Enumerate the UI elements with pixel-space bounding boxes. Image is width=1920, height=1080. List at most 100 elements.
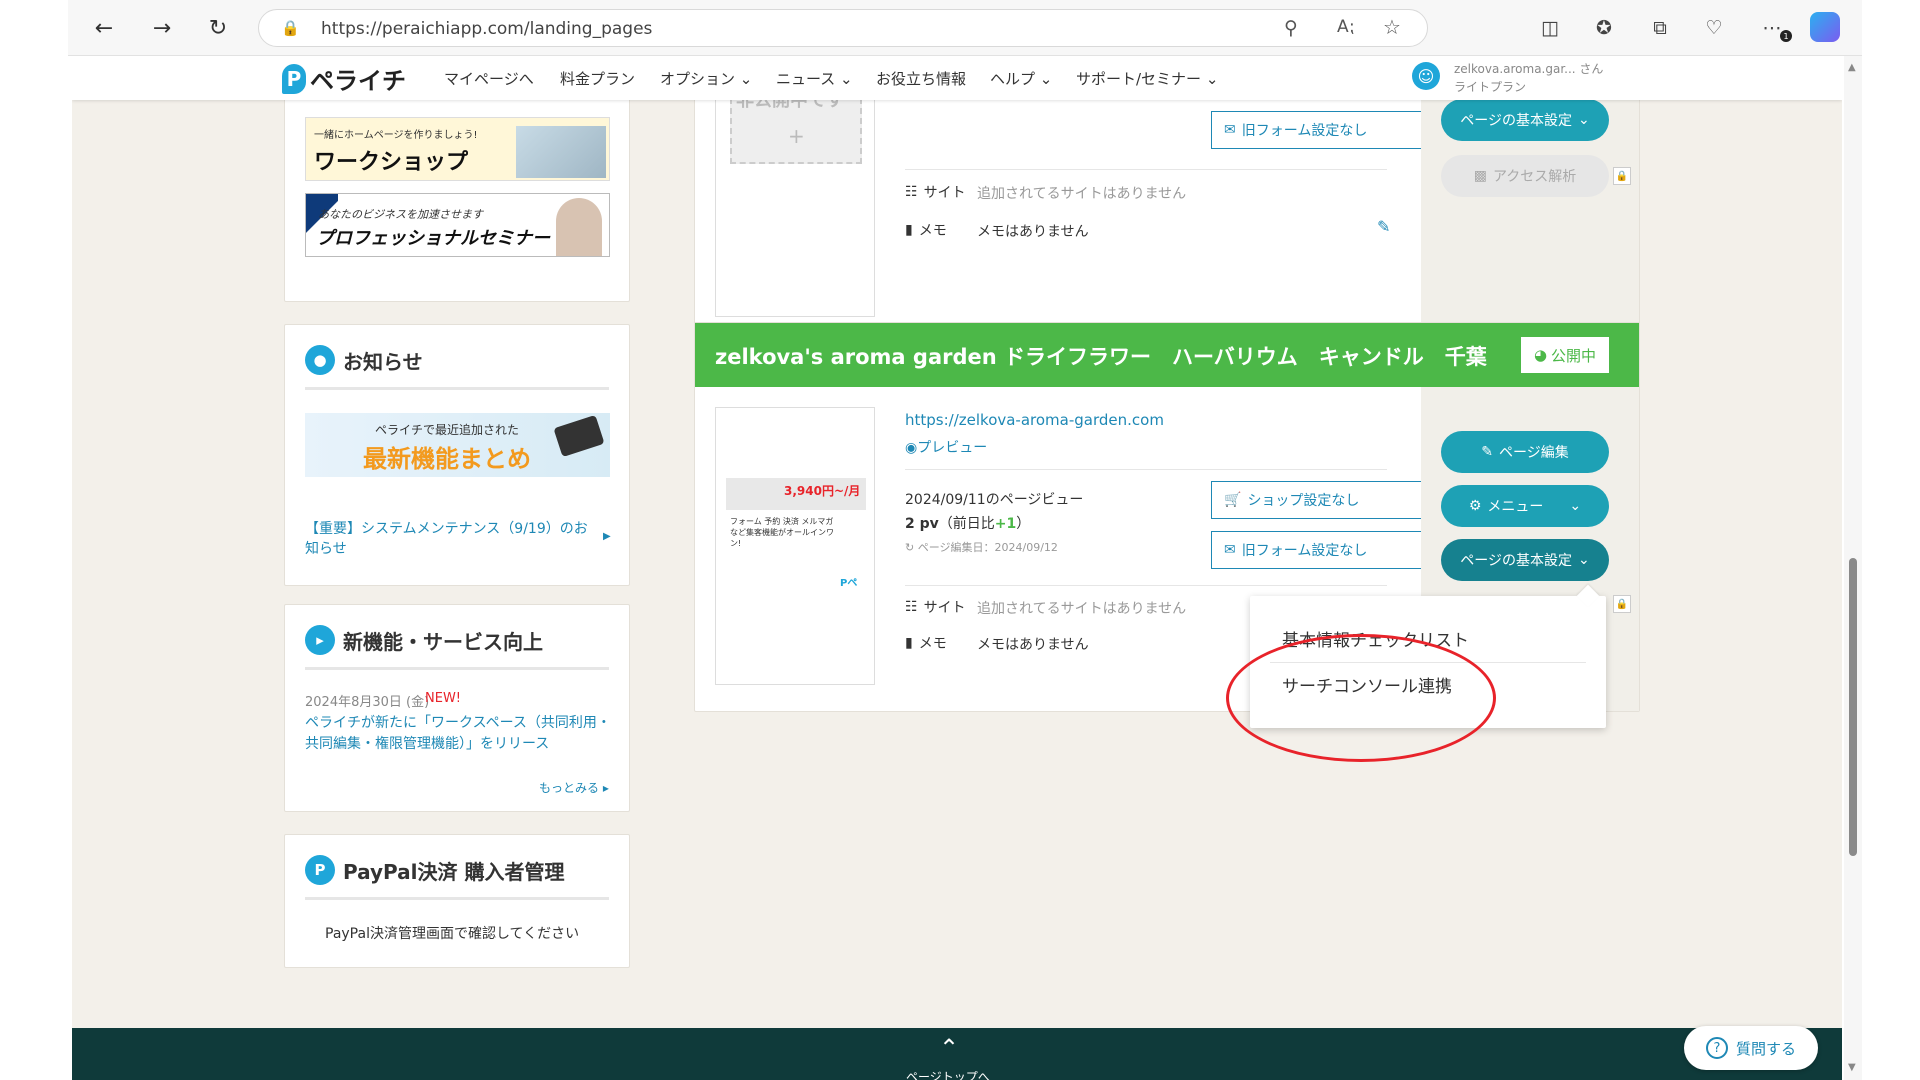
workshop-photo	[516, 126, 606, 178]
scroll-up-icon[interactable]: ▲	[1848, 62, 1856, 73]
chevron-down-icon: ⌄	[840, 70, 853, 88]
zoom-icon[interactable]: ⚲	[1284, 17, 1298, 39]
pencil-icon[interactable]: ✎	[1377, 217, 1390, 236]
chevron-down-icon: ⌄	[1578, 112, 1590, 128]
chevron-down-icon: ⌄	[1569, 498, 1582, 514]
scrollbar[interactable]: ▲ ▼	[1844, 56, 1862, 1080]
copilot-icon[interactable]	[1810, 12, 1840, 42]
chart-icon: ▩	[1473, 168, 1487, 184]
maintenance-notice-link[interactable]: 【重要】システムメンテナンス（9/19）のお知らせ	[305, 519, 595, 559]
favorite-star-icon[interactable]: ☆	[1383, 15, 1401, 39]
question-icon: ?	[1705, 1037, 1728, 1059]
thumb-logo: Pペ	[840, 578, 858, 589]
basic-settings-button[interactable]: ページの基本設定 ⌄	[1441, 539, 1609, 581]
site-value: 追加されてるサイトはありません	[977, 601, 1187, 617]
latest-features-banner[interactable]: ペライチで最近追加された 最新機能まとめ	[305, 413, 610, 477]
refresh-icon: ↻	[905, 541, 915, 554]
lock-icon: 🔒	[1613, 167, 1631, 185]
nav-options[interactable]: オプション ⌄	[660, 68, 752, 89]
user-plan: ライトプラン	[1454, 80, 1527, 94]
chevron-up-icon[interactable]: ⌃	[939, 1036, 959, 1060]
url-text[interactable]: https://peraichiapp.com/landing_pages	[321, 19, 652, 39]
browser-toolbar: ← → ↻ 🔒 https://peraichiapp.com/landing_…	[68, 0, 1862, 56]
nav-mypage[interactable]: マイページへ	[444, 68, 534, 89]
mail-icon: ✉	[1224, 542, 1236, 558]
seminar-banner[interactable]: あなたのビジネスを加速させます プロフェッショナルセミナー	[305, 193, 610, 257]
sitemap-icon: ☷	[905, 184, 918, 200]
new-badge: NEW!	[425, 691, 462, 706]
thumb-text: フォーム 予約 決済 メルマガなど集客機能がオールインワン!	[730, 517, 834, 548]
memo-label: ▮ メモ	[905, 222, 947, 239]
left-margin	[0, 56, 72, 1080]
nav-useful-info[interactable]: お役立ち情報	[876, 68, 966, 89]
seminar-banner-big: プロフェッショナルセミナー	[316, 228, 550, 249]
right-margin	[1862, 56, 1920, 1080]
user-name[interactable]: zelkova.aroma.gar... さん	[1454, 60, 1603, 77]
gear-icon: ⚙	[1468, 498, 1482, 514]
more-link[interactable]: もっとみる ▸	[539, 779, 609, 796]
nav-news[interactable]: ニュース ⌄	[776, 68, 853, 89]
site-label: ☷ サイト	[905, 184, 966, 201]
old-form-button[interactable]: ✉ 旧フォーム設定なし	[1211, 531, 1449, 569]
notification-badge: 1	[1780, 30, 1792, 42]
chevron-down-icon: ⌄	[1039, 70, 1053, 88]
divider	[305, 387, 609, 390]
favorites-icon[interactable]: ✪	[1590, 14, 1618, 42]
chevron-down-icon: ⌄	[1578, 552, 1590, 568]
paypal-icon: P	[305, 855, 335, 885]
eye-icon: ◉	[905, 440, 918, 456]
page-content: P ペライチ マイページへ 料金プラン オプション ⌄ ニュース ⌄ お役立ち情…	[72, 56, 1842, 1080]
split-screen-icon[interactable]: ◫	[1536, 14, 1564, 42]
divider	[905, 585, 1387, 586]
nav-pricing[interactable]: 料金プラン	[560, 68, 635, 89]
page-title-bar: zelkova's aroma garden ドライフラワー ハーバリウム キャ…	[695, 323, 1639, 387]
seminar-banner-small: あなたのビジネスを加速させます	[318, 208, 483, 221]
forward-icon[interactable]: →	[146, 12, 178, 44]
page-url-link[interactable]: https://zelkova-aroma-garden.com	[905, 411, 1164, 429]
memo-label: ▮ メモ	[905, 635, 947, 652]
nav-help[interactable]: ヘルプ ⌄	[990, 68, 1052, 89]
page-title[interactable]: zelkova's aroma garden ドライフラワー ハーバリウム キャ…	[715, 341, 1487, 371]
basic-settings-button[interactable]: ページの基本設定 ⌄	[1441, 99, 1609, 141]
read-aloud-icon[interactable]: A⁏	[1337, 17, 1354, 37]
lock-icon: 🔒	[1613, 595, 1631, 613]
workspace-news-link[interactable]: ペライチが新たに「ワークスペース（共同利用・共同編集・権限管理機能）」をリリース	[305, 713, 615, 755]
news-card: ● お知らせ ペライチで最近追加された 最新機能まとめ 【重要】システムメンテナ…	[284, 324, 630, 586]
paypal-card: P PayPal決済 購入者管理 PayPal決済管理画面で確認してください	[284, 834, 630, 968]
workshop-banner[interactable]: 一緒にホームページを作りましょう! ワークショップ	[305, 117, 610, 181]
shop-settings-button[interactable]: 🛒 ショップ設定なし	[1211, 481, 1449, 519]
reload-icon[interactable]: ↻	[202, 12, 234, 44]
divider	[905, 469, 1387, 470]
scrollbar-thumb[interactable]	[1849, 558, 1857, 856]
features-title: ▸ 新機能・サービス向上	[305, 625, 543, 655]
pageview-label: 2024/09/11のページビュー	[905, 492, 1084, 508]
sitemap-icon: ☷	[905, 599, 918, 615]
preview-link[interactable]: ◉プレビュー	[905, 437, 987, 457]
globe-icon: ◕	[1533, 346, 1548, 364]
browser-essentials-icon[interactable]: ♡	[1700, 14, 1728, 42]
page-thumbnail[interactable]: 3,940円~/月 フォーム 予約 決済 メルマガなど集客機能がオールインワン!…	[715, 407, 875, 685]
site-header: P ペライチ マイページへ 料金プラン オプション ⌄ ニュース ⌄ お役立ち情…	[72, 56, 1842, 100]
megaphone-icon: ▸	[305, 625, 335, 655]
status-badge[interactable]: ◕ 公開中	[1521, 337, 1609, 373]
menu-button[interactable]: ⚙ メニュー ⌄	[1441, 485, 1609, 527]
access-analytics-button: ▩ アクセス解析	[1441, 155, 1609, 197]
scroll-down-icon[interactable]: ▼	[1848, 1062, 1856, 1073]
back-icon[interactable]: ←	[88, 12, 120, 44]
page-edit-button[interactable]: ✎ ページ編集	[1441, 431, 1609, 473]
old-form-button[interactable]: ✉ 旧フォーム設定なし	[1211, 111, 1449, 149]
peraichi-logo-icon: P	[282, 63, 306, 94]
ask-question-button[interactable]: ? 質問する	[1684, 1026, 1818, 1070]
user-avatar[interactable]: ☺	[1412, 62, 1440, 90]
address-bar[interactable]: 🔒 https://peraichiapp.com/landing_pages …	[258, 9, 1428, 47]
chevron-right-icon[interactable]: ▶	[603, 531, 611, 542]
nav-support-seminar[interactable]: サポート/セミナー ⌄	[1076, 68, 1218, 89]
collections-icon[interactable]: ⧉	[1646, 14, 1674, 42]
page-top-link[interactable]: ページトップへ	[906, 1068, 990, 1080]
logo-text: ペライチ	[310, 67, 406, 95]
tablet-illustration	[553, 414, 605, 458]
divider	[305, 667, 609, 670]
thumb-banner: 3,940円~/月	[726, 478, 866, 510]
peraichi-logo[interactable]: P ペライチ	[282, 61, 406, 96]
paypal-text: PayPal決済管理画面で確認してください	[325, 926, 580, 942]
